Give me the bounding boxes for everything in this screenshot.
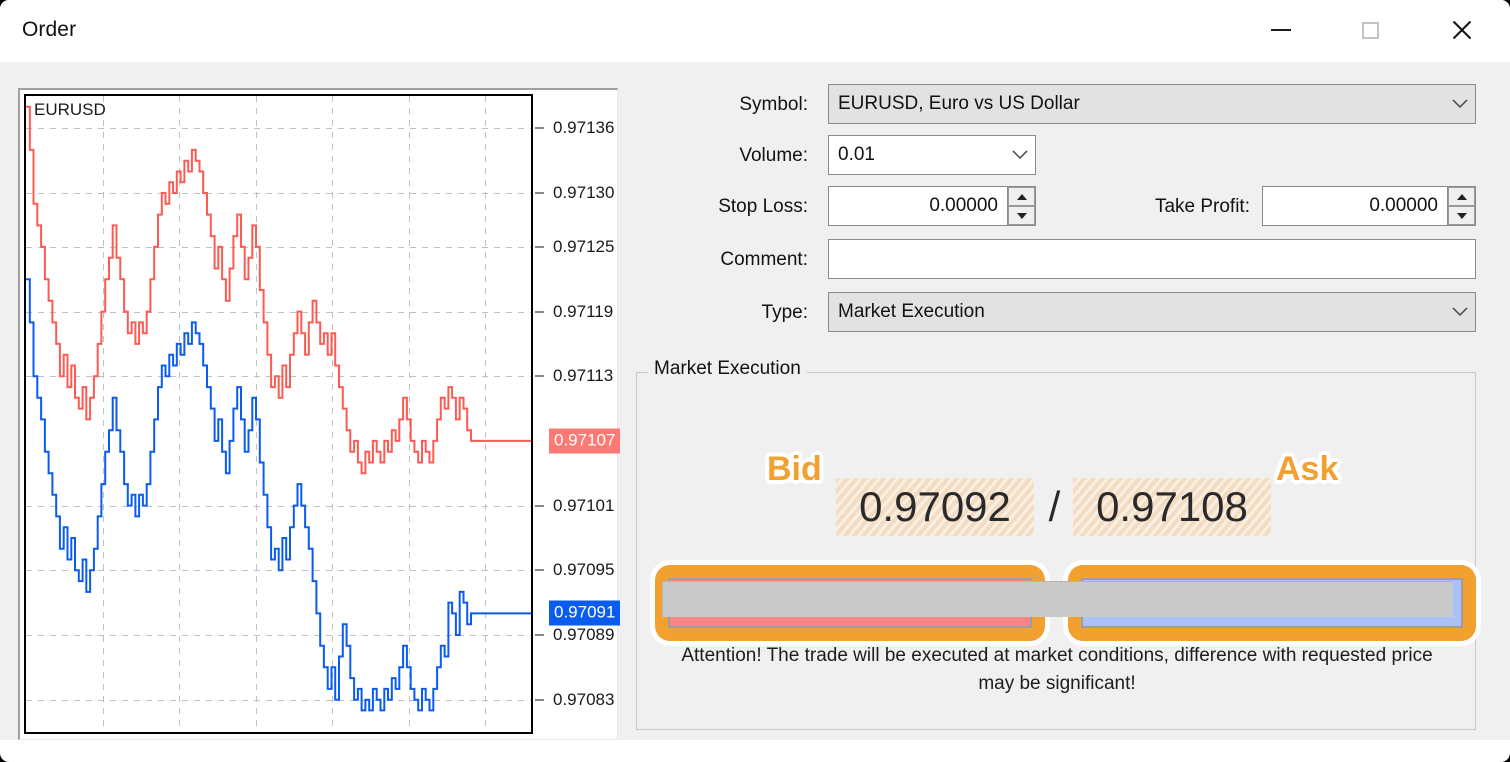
title-bar: Order	[0, 0, 1510, 63]
maximize-button[interactable]	[1337, 0, 1403, 60]
price-chart-panel: EURUSD 0.971360.971300.971250.971190.971…	[18, 88, 618, 740]
market-execution-group-legend: Market Execution	[648, 358, 807, 380]
order-dialog-window: Order EURUSD 0.971360.971300.971250.9711	[0, 0, 1510, 762]
chart-canvas	[26, 96, 531, 732]
minimize-icon	[1271, 29, 1291, 31]
caret-up-icon	[1457, 194, 1467, 200]
ask-annotation: Ask	[1276, 450, 1338, 489]
axis-tick	[535, 128, 544, 129]
axis-price-label: 0.97089	[553, 625, 614, 645]
chevron-down-icon	[1445, 307, 1475, 317]
axis-tick	[535, 376, 544, 377]
type-label: Type:	[640, 302, 808, 324]
ask-price-tag: 0.97107	[549, 428, 620, 453]
bid-price: 0.97092	[836, 478, 1034, 536]
axis-tick	[535, 505, 544, 506]
ask-price: 0.97108	[1073, 478, 1271, 536]
symbol-dropdown[interactable]: EURUSD, Euro vs US Dollar	[828, 84, 1476, 124]
comment-label: Comment:	[640, 249, 808, 271]
volume-combobox[interactable]: 0.01	[828, 135, 1036, 175]
take-profit-value: 0.00000	[1263, 195, 1475, 217]
quote-separator: /	[1038, 478, 1071, 536]
axis-price-label: 0.97095	[553, 560, 614, 580]
take-profit-input[interactable]: 0.00000	[1262, 186, 1476, 226]
axis-price-label: 0.97101	[553, 496, 614, 516]
volume-value: 0.01	[829, 144, 1005, 166]
chart-plot-area[interactable]: EURUSD	[24, 94, 533, 734]
axis-tick	[535, 311, 544, 312]
attention-message: Attention! The trade will be executed at…	[672, 642, 1442, 698]
symbol-label: Symbol:	[640, 94, 808, 116]
symbol-value: EURUSD, Euro vs US Dollar	[829, 93, 1445, 115]
close-button[interactable]	[1429, 0, 1495, 60]
minimize-button[interactable]	[1248, 0, 1314, 60]
maximize-icon	[1362, 22, 1379, 39]
window-title: Order	[22, 18, 76, 42]
axis-tick	[535, 699, 544, 700]
axis-tick	[535, 634, 544, 635]
stop-loss-label: Stop Loss:	[640, 196, 808, 218]
axis-price-label: 0.97119	[553, 302, 613, 322]
bid-annotation: Bid	[767, 450, 822, 489]
axis-price-label: 0.97125	[553, 237, 614, 257]
chevron-down-icon	[1445, 99, 1475, 109]
axis-tick	[535, 246, 544, 247]
bid-price-tag: 0.97091	[549, 601, 620, 626]
price-axis: 0.97136 0.97130 0.97125 0.97119 0.97113 0.971…	[535, 92, 618, 736]
take-profit-label: Take Profit:	[1000, 196, 1250, 218]
axis-price-label: 0.97083	[553, 690, 614, 710]
type-value: Market Execution	[829, 301, 1445, 323]
dialog-client-area: EURUSD 0.971360.971300.971250.971190.971…	[0, 62, 1510, 740]
axis-price-label: 0.97130	[553, 183, 614, 203]
axis-tick	[535, 193, 544, 194]
chevron-down-icon	[1005, 150, 1035, 160]
status-bar	[662, 581, 1453, 617]
take-profit-stepper[interactable]	[1447, 187, 1475, 225]
axis-price-label: 0.97113	[553, 366, 613, 386]
type-dropdown[interactable]: Market Execution	[828, 292, 1476, 332]
quote-display: Bid 0.97092 / 0.97108 Ask	[636, 478, 1476, 540]
take-profit-decrement[interactable]	[1448, 206, 1475, 225]
volume-label: Volume:	[640, 145, 808, 167]
comment-input[interactable]	[828, 239, 1476, 279]
caret-down-icon	[1457, 213, 1467, 219]
take-profit-increment[interactable]	[1448, 187, 1475, 206]
axis-tick	[535, 570, 544, 571]
axis-price-label: 0.97136	[553, 118, 614, 138]
ask-price-line	[26, 107, 531, 474]
chart-symbol-label: EURUSD	[34, 100, 106, 120]
close-icon	[1450, 18, 1474, 42]
chart-vertical-gridlines	[104, 96, 486, 732]
